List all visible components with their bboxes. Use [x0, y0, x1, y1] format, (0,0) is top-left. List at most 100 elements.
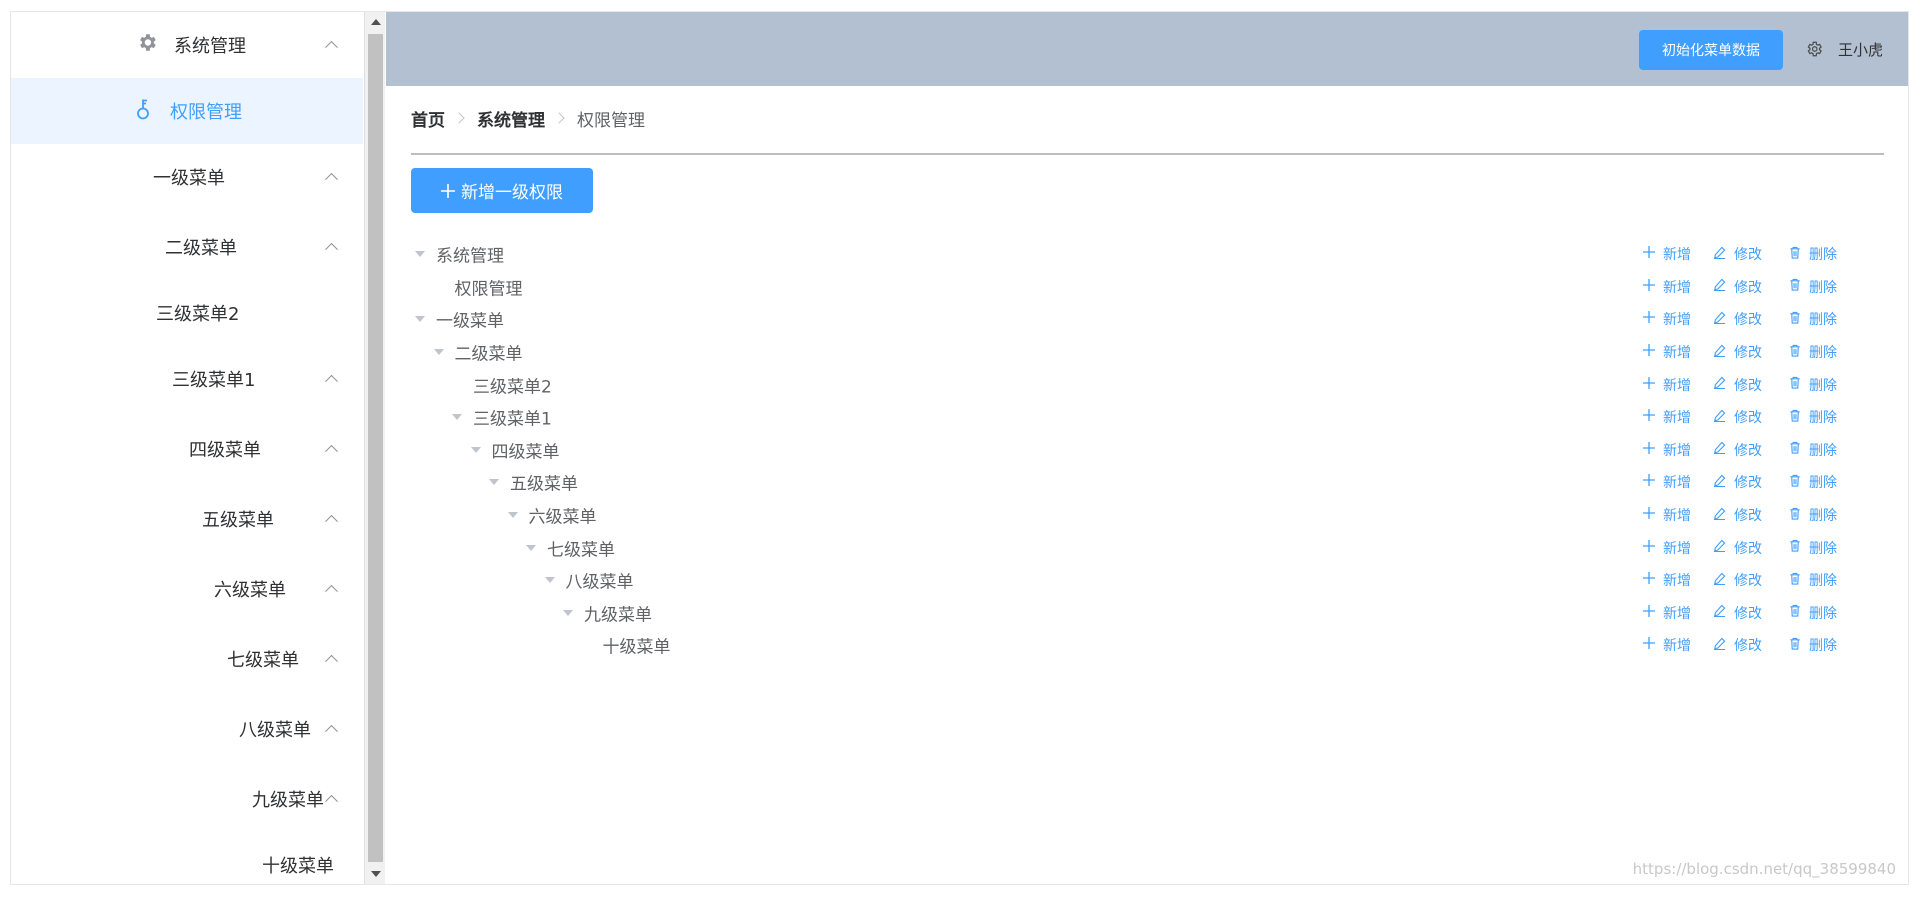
delete-button[interactable]: 删除 [1789, 407, 1837, 427]
edit-button[interactable]: 修改 [1713, 375, 1789, 395]
delete-button[interactable]: 删除 [1789, 342, 1837, 362]
delete-label: 删除 [1809, 442, 1837, 459]
sidebar-item-level2[interactable]: 二级菜单 [11, 214, 363, 280]
add-child-button[interactable]: 新增 [1643, 635, 1713, 655]
delete-button[interactable]: 删除 [1789, 309, 1837, 329]
add-child-button[interactable]: 新增 [1643, 277, 1713, 297]
scroll-down-arrow-icon[interactable] [371, 871, 381, 877]
caret-down-icon[interactable] [433, 349, 444, 356]
delete-button[interactable]: 删除 [1789, 277, 1837, 297]
breadcrumb-system[interactable]: 系统管理 [477, 106, 545, 131]
edit-button[interactable]: 修改 [1713, 538, 1789, 558]
edit-button[interactable]: 修改 [1713, 472, 1789, 492]
sidebar-item-level3-1[interactable]: 三级菜单1 [11, 346, 363, 412]
caret-down-icon[interactable] [415, 316, 425, 323]
sidebar-item-level9[interactable]: 九级菜单 [11, 766, 363, 832]
sidebar-item-system[interactable]: 系统管理 [11, 12, 363, 78]
tree-node[interactable]: 系统管理 新增 修改 删除 [411, 238, 1884, 271]
sidebar-item-level8[interactable]: 八级菜单 [11, 696, 363, 762]
init-menu-data-button[interactable]: 初始化菜单数据 [1639, 30, 1783, 70]
add-child-button[interactable]: 新增 [1643, 570, 1713, 590]
sidebar-menu: 系统管理 权限管理 一级菜单 二级菜单 三级菜单2 三级菜单1 四级菜单 五级菜… [11, 12, 363, 884]
breadcrumb-home[interactable]: 首页 [411, 106, 445, 131]
add-child-button[interactable]: 新增 [1643, 309, 1713, 329]
delete-button[interactable]: 删除 [1789, 440, 1837, 460]
add-root-permission-button[interactable]: 新增一级权限 [411, 168, 593, 213]
tree-node[interactable]: 八级菜单 新增 修改 删除 [411, 564, 1884, 597]
edit-button[interactable]: 修改 [1713, 635, 1789, 655]
edit-button[interactable]: 修改 [1713, 407, 1789, 427]
sidebar-item-level7[interactable]: 七级菜单 [11, 626, 363, 692]
delete-button[interactable]: 删除 [1789, 472, 1837, 492]
edit-button[interactable]: 修改 [1713, 277, 1789, 297]
delete-button[interactable]: 删除 [1789, 570, 1837, 590]
tree-node[interactable]: 三级菜单1 新增 修改 删除 [411, 401, 1884, 434]
edit-button[interactable]: 修改 [1713, 309, 1789, 329]
sidebar-item-level4[interactable]: 四级菜单 [11, 416, 363, 482]
permission-tree: 系统管理 新增 修改 删除 权限管理 新增 修改 删除 一级菜单 新增 修改 删… [411, 238, 1884, 662]
plus-icon [1643, 344, 1663, 360]
add-child-button[interactable]: 新增 [1643, 407, 1713, 427]
add-child-button[interactable]: 新增 [1643, 440, 1713, 460]
tree-node[interactable]: 五级菜单 新增 修改 删除 [411, 466, 1884, 499]
caret-down-icon[interactable] [489, 479, 499, 486]
tree-node[interactable]: 十级菜单 新增 修改 删除 [411, 629, 1884, 662]
tree-node[interactable]: 七级菜单 新增 修改 删除 [411, 531, 1884, 564]
edit-button[interactable]: 修改 [1713, 342, 1789, 362]
caret-down-icon[interactable] [563, 609, 573, 616]
add-label: 新增 [1663, 638, 1691, 655]
delete-button[interactable]: 删除 [1789, 244, 1837, 264]
caret-down-icon[interactable] [452, 414, 462, 421]
add-child-button[interactable]: 新增 [1643, 603, 1713, 623]
edit-button[interactable]: 修改 [1713, 244, 1789, 264]
delete-button[interactable]: 删除 [1789, 603, 1837, 623]
add-child-button[interactable]: 新增 [1643, 244, 1713, 264]
edit-button[interactable]: 修改 [1713, 570, 1789, 590]
caret-down-icon[interactable] [415, 251, 425, 258]
sidebar-item-level1[interactable]: 一级菜单 [11, 144, 363, 210]
caret-down-icon[interactable] [470, 446, 481, 453]
delete-button[interactable]: 删除 [1789, 505, 1837, 525]
scrollbar-thumb[interactable] [368, 34, 383, 862]
sidebar-item-level10[interactable]: 十级菜单 [11, 832, 363, 884]
add-child-button[interactable]: 新增 [1643, 538, 1713, 558]
tree-node-actions: 新增 修改 删除 [1643, 244, 1837, 264]
tree-node[interactable]: 六级菜单 新增 修改 删除 [411, 499, 1884, 532]
caret-down-icon[interactable] [544, 577, 555, 584]
edit-button[interactable]: 修改 [1713, 603, 1789, 623]
settings-gear-icon[interactable] [1805, 40, 1823, 62]
trash-icon [1789, 278, 1809, 295]
delete-button[interactable]: 删除 [1789, 635, 1837, 655]
delete-button[interactable]: 删除 [1789, 538, 1837, 558]
sidebar-scrollbar[interactable] [364, 12, 385, 884]
tree-node[interactable]: 一级菜单 新增 修改 删除 [411, 303, 1884, 336]
username[interactable]: 王小虎 [1838, 39, 1883, 60]
sidebar-item-level5[interactable]: 五级菜单 [11, 486, 363, 552]
chevron-up-icon [325, 242, 338, 256]
sidebar-item-level6[interactable]: 六级菜单 [11, 556, 363, 622]
tree-node[interactable]: 权限管理 新增 修改 删除 [411, 271, 1884, 304]
add-child-button[interactable]: 新增 [1643, 472, 1713, 492]
add-child-button[interactable]: 新增 [1643, 342, 1713, 362]
tree-node-label: 权限管理 [454, 279, 523, 300]
trash-icon [1789, 637, 1809, 654]
edit-button[interactable]: 修改 [1713, 440, 1789, 460]
caret-down-icon[interactable] [526, 544, 536, 551]
sidebar-item-level3-2[interactable]: 三级菜单2 [11, 280, 363, 346]
tree-node[interactable]: 九级菜单 新增 修改 删除 [411, 597, 1884, 630]
top-header: 初始化菜单数据 王小虎 [386, 12, 1908, 86]
delete-label: 删除 [1809, 345, 1837, 362]
delete-label: 删除 [1809, 638, 1837, 655]
caret-down-icon[interactable] [507, 512, 518, 519]
tree-node[interactable]: 四级菜单 新增 修改 删除 [411, 434, 1884, 467]
add-child-button[interactable]: 新增 [1643, 505, 1713, 525]
tree-node[interactable]: 二级菜单 新增 修改 删除 [411, 336, 1884, 369]
tree-node[interactable]: 三级菜单2 新增 修改 删除 [411, 368, 1884, 401]
edit-button[interactable]: 修改 [1713, 505, 1789, 525]
add-label: 新增 [1663, 279, 1691, 296]
sidebar-item-permission[interactable]: 权限管理 [11, 78, 363, 144]
scroll-up-arrow-icon[interactable] [371, 19, 381, 25]
sidebar-item-label: 八级菜单 [239, 720, 311, 741]
add-child-button[interactable]: 新增 [1643, 375, 1713, 395]
delete-button[interactable]: 删除 [1789, 375, 1837, 395]
